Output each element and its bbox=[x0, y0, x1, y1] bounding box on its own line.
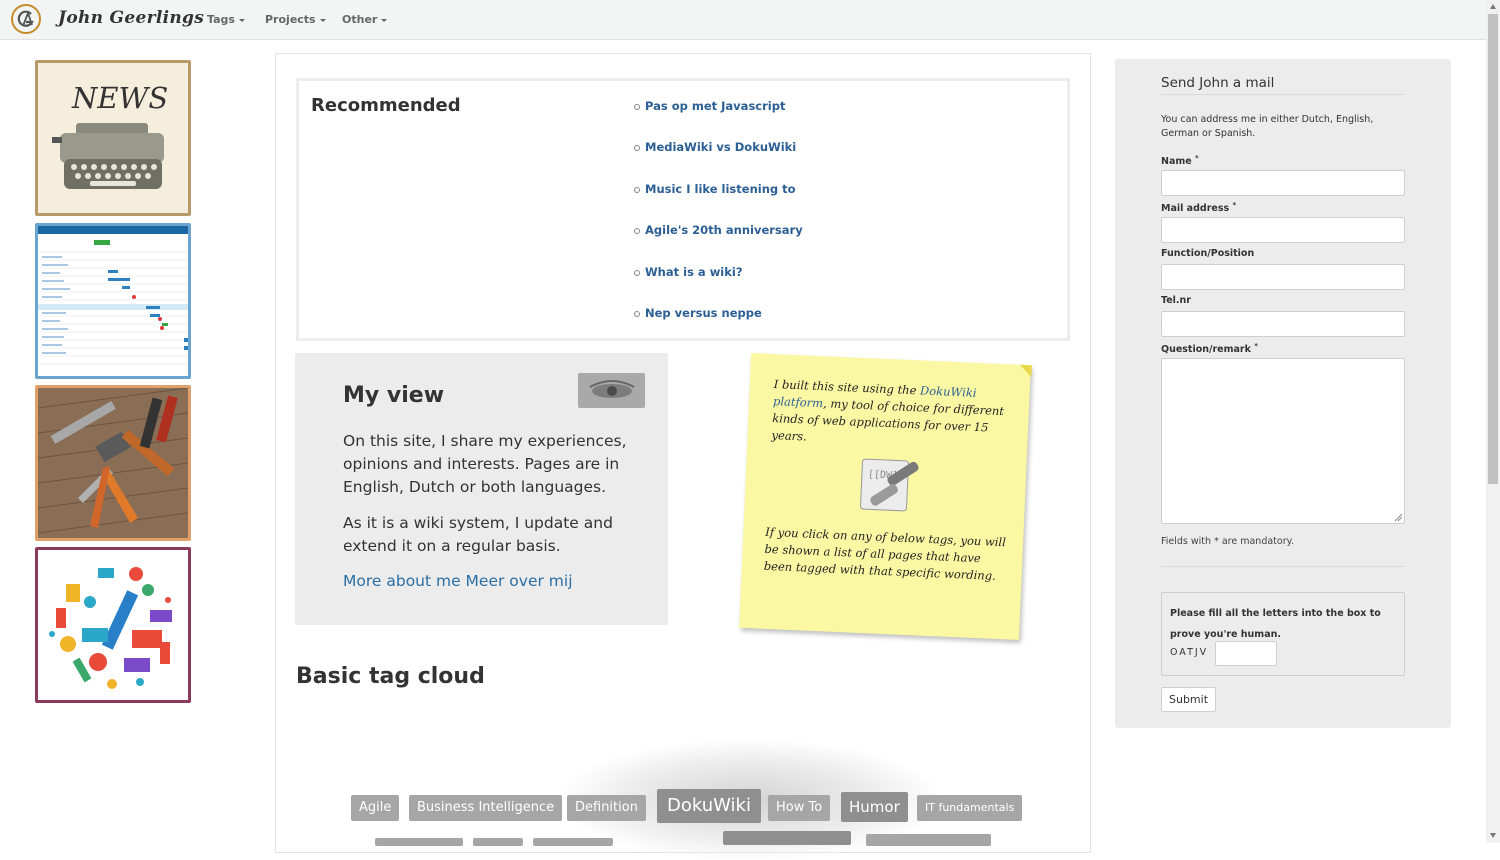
tag-dokuwiki[interactable]: DokuWiki bbox=[657, 789, 761, 823]
mail-label: Mail address * bbox=[1161, 201, 1236, 214]
function-label: Function/Position bbox=[1161, 248, 1254, 259]
news-tile[interactable]: NEWS bbox=[35, 60, 191, 216]
required-mark: * bbox=[1195, 154, 1199, 162]
tel-field[interactable] bbox=[1161, 311, 1405, 337]
tel-label-text: Tel.nr bbox=[1161, 295, 1191, 306]
sticky-intro: I built this site using the DokuWiki pla… bbox=[771, 376, 1014, 454]
dokuwiki-logo-icon: [[DW]] bbox=[854, 453, 927, 516]
bullet-icon bbox=[634, 187, 640, 193]
sticky-outro: If you click on any of below tags, you w… bbox=[763, 524, 1007, 583]
name-label-text: Name bbox=[1161, 156, 1192, 168]
tag-partial[interactable] bbox=[375, 838, 463, 846]
resize-handle-icon[interactable] bbox=[1393, 512, 1403, 522]
tools-image bbox=[38, 388, 188, 534]
tag-partial[interactable] bbox=[473, 838, 523, 846]
tag-partial[interactable] bbox=[533, 838, 613, 846]
menu-projects[interactable]: Projects bbox=[265, 13, 326, 26]
captcha-letters: OATJV bbox=[1170, 647, 1209, 658]
recommended-link[interactable]: Nep versus neppe bbox=[645, 306, 762, 320]
mail-field[interactable] bbox=[1161, 217, 1405, 243]
typewriter-icon bbox=[52, 123, 164, 189]
bullet-icon bbox=[634, 311, 640, 317]
tel-label: Tel.nr bbox=[1161, 295, 1191, 306]
recommended-link[interactable]: MediaWiki vs DokuWiki bbox=[645, 140, 796, 154]
name-field[interactable] bbox=[1161, 170, 1405, 196]
captcha-input[interactable] bbox=[1215, 641, 1277, 666]
tag-it-fundamentals[interactable]: IT fundamentals bbox=[917, 795, 1023, 821]
tag-cloud-title: Basic tag cloud bbox=[296, 664, 485, 689]
gantt-chart-image bbox=[38, 226, 188, 365]
top-navbar: John Geerlings Tags Projects Other bbox=[0, 0, 1486, 40]
required-mark: * bbox=[1232, 201, 1237, 209]
tag-partial[interactable] bbox=[866, 834, 991, 846]
menu-other-label: Other bbox=[342, 13, 378, 26]
form-title: Send John a mail bbox=[1161, 75, 1275, 91]
caret-down-icon bbox=[238, 18, 245, 22]
site-brand[interactable]: John Geerlings bbox=[58, 8, 204, 28]
news-caption: NEWS bbox=[72, 81, 169, 115]
tag-humor[interactable]: Humor bbox=[841, 792, 908, 822]
recommended-box bbox=[296, 78, 1070, 341]
scroll-down-icon[interactable] bbox=[1490, 833, 1496, 838]
submit-button[interactable]: Submit bbox=[1161, 687, 1216, 712]
music-instruments-image bbox=[49, 567, 172, 689]
menu-projects-label: Projects bbox=[265, 13, 316, 26]
question-textarea[interactable] bbox=[1161, 358, 1405, 524]
my-view-title: My view bbox=[343, 383, 445, 408]
music-tile[interactable] bbox=[35, 547, 191, 703]
tag-how-to[interactable]: How To bbox=[768, 795, 831, 821]
recommended-link[interactable]: Music I like listening to bbox=[645, 182, 796, 196]
tag-business-intelligence[interactable]: Business Intelligence bbox=[409, 795, 563, 821]
bullet-icon bbox=[634, 270, 640, 276]
question-label: Question/remark * bbox=[1161, 342, 1258, 355]
recommended-title: Recommended bbox=[311, 95, 461, 116]
name-label: Name * bbox=[1161, 154, 1199, 167]
captcha-prompt: Please fill all the letters into the box… bbox=[1170, 608, 1381, 640]
menu-tags-label: Tags bbox=[207, 13, 235, 26]
menu-tags[interactable]: Tags bbox=[207, 13, 245, 26]
form-divider bbox=[1161, 566, 1405, 567]
mandatory-note: Fields with * are mandatory. bbox=[1161, 536, 1294, 547]
scroll-up-icon[interactable] bbox=[1490, 4, 1496, 9]
bullet-icon bbox=[634, 104, 640, 110]
question-label-text: Question/remark bbox=[1161, 344, 1251, 356]
function-label-text: Function/Position bbox=[1161, 248, 1255, 259]
note-fold bbox=[1019, 364, 1032, 378]
recommended-link[interactable]: Agile's 20th anniversary bbox=[645, 223, 803, 237]
more-about-me-link[interactable]: More about me Meer over mij bbox=[343, 572, 573, 590]
tools-tile[interactable] bbox=[35, 385, 191, 541]
function-field[interactable] bbox=[1161, 264, 1405, 290]
eye-image bbox=[578, 373, 645, 408]
tag-definition[interactable]: Definition bbox=[567, 795, 646, 821]
caret-down-icon bbox=[319, 18, 326, 22]
scroll-thumb[interactable] bbox=[1488, 14, 1498, 484]
my-view-paragraph: On this site, I share my experiences, op… bbox=[343, 432, 627, 496]
bullet-icon bbox=[634, 145, 640, 151]
recommended-link[interactable]: What is a wiki? bbox=[645, 265, 743, 279]
recommended-link[interactable]: Pas op met Javascript bbox=[645, 99, 785, 113]
tag-agile[interactable]: Agile bbox=[351, 795, 400, 821]
site-logo-icon[interactable] bbox=[11, 4, 41, 34]
required-mark: * bbox=[1254, 342, 1258, 350]
form-language-note: You can address me in either Dutch, Engl… bbox=[1161, 114, 1374, 139]
bullet-icon bbox=[634, 228, 640, 234]
project-plan-tile[interactable] bbox=[35, 223, 191, 379]
my-view-paragraph: As it is a wiki system, I update and ext… bbox=[343, 514, 613, 555]
mail-label-text: Mail address bbox=[1161, 203, 1230, 215]
page-scrollbar[interactable] bbox=[1486, 0, 1500, 843]
eye-icon bbox=[589, 380, 635, 398]
sticky-note: I built this site using the DokuWiki pla… bbox=[739, 353, 1032, 640]
form-divider bbox=[1161, 94, 1405, 95]
menu-other[interactable]: Other bbox=[342, 13, 388, 26]
caret-down-icon bbox=[381, 18, 388, 22]
